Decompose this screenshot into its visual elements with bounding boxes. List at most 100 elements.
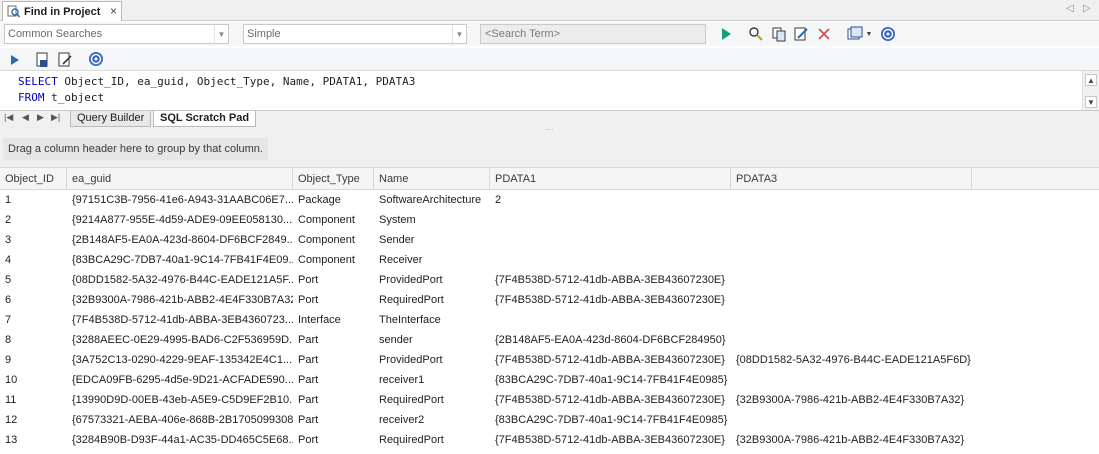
group-by-area[interactable]: Drag a column header here to group by th… [0, 132, 1099, 168]
save-document-icon [36, 52, 48, 67]
sql-text[interactable]: SELECT Object_ID, ea_guid, Object_Type, … [18, 74, 415, 106]
cell-object-id: 8 [5, 334, 12, 346]
scroll-down-icon[interactable]: ▼ [1085, 96, 1097, 108]
scroll-right-icon[interactable]: ▷ [1083, 3, 1091, 14]
edit-sql-button[interactable] [56, 51, 74, 69]
edit-document-icon [58, 52, 72, 67]
cell-object-id: 10 [5, 374, 18, 386]
search-type-combo[interactable]: Simple ▼ [243, 24, 467, 44]
table-row[interactable]: 13 {3284B90B-D93F-44a1-AC35-DD465C5E68...… [0, 430, 1099, 450]
delete-x-icon [818, 28, 830, 40]
table-row[interactable]: 9 {3A752C13-0290-4229-9EAF-135342E4C1... P… [0, 350, 1099, 370]
chevron-down-icon[interactable]: ▼ [452, 25, 466, 43]
delete-search-button[interactable] [815, 25, 833, 43]
prev-tab-icon[interactable]: ◀ [22, 112, 29, 123]
tab-find-in-project[interactable]: Find in Project × [2, 1, 122, 21]
run-sql-button[interactable] [6, 51, 24, 69]
table-row[interactable]: 3 {2B148AF5-EA0A-423d-8604-DF6BCF2849... C… [0, 230, 1099, 250]
play-icon [11, 55, 19, 65]
cell-object-id: 13 [5, 434, 18, 446]
play-icon [722, 28, 731, 40]
cell-pdata3 [731, 190, 1031, 210]
table-row[interactable]: 2 {9214A877-955E-4d59-ADE9-09EE058130... C… [0, 210, 1099, 230]
cell-object-id: 2 [5, 214, 12, 226]
search-term-input[interactable]: <Search Term> [480, 24, 706, 44]
help-icon [881, 27, 895, 41]
cell-ea-guid: {08DD1582-5A32-4976-B44C-EADE121A5F... [72, 274, 293, 286]
cell-pdata3 [731, 270, 1031, 290]
chevron-down-icon: ▼ [865, 30, 873, 38]
sql-keyword-from: FROM [18, 91, 45, 104]
find-in-project-icon [7, 5, 20, 18]
cell-name: ProvidedPort [379, 274, 443, 286]
cell-pdata3 [731, 290, 1031, 310]
cell-pdata3: {32B9300A-7986-421b-ABB2-4E4F330B7A32} [736, 394, 965, 406]
column-header-pdata1[interactable]: PDATA1 [490, 168, 731, 190]
cell-object-type: Part [298, 394, 319, 406]
chevron-down-icon[interactable]: ▼ [214, 25, 228, 43]
editor-scrollbar[interactable]: ▲ ▼ [1082, 71, 1099, 111]
cell-ea-guid: {7F4B538D-5712-41db-ABBA-3EB4360723... [72, 314, 293, 326]
table-row[interactable]: 8 {3288AEEC-0E29-4995-BAD6-C2F536959D... P… [0, 330, 1099, 350]
cell-name: sender [379, 334, 413, 346]
cell-object-type: Part [298, 334, 319, 346]
tab-sql-scratch-pad[interactable]: SQL Scratch Pad [153, 111, 257, 127]
sql-from-table: t_object [44, 91, 105, 104]
search-type-value: Simple [247, 28, 281, 40]
help-button[interactable] [879, 25, 897, 43]
cell-object-id: 11 [5, 394, 17, 406]
cell-object-id: 3 [5, 234, 12, 246]
output-options-dropdown[interactable]: ▼ [864, 25, 874, 43]
table-row[interactable]: 1 {97151C3B-7956-41e6-A943-31AABC06E7... P… [0, 190, 1099, 210]
table-row[interactable]: 12 {67573321-AEBA-406e-868B-2B1705099308}… [0, 410, 1099, 430]
search-toolbar: Common Searches ▼ Simple ▼ <Search Term>… [0, 22, 1099, 46]
cell-ea-guid: {97151C3B-7956-41e6-A943-31AABC06E7... [72, 194, 293, 206]
cell-pdata3 [731, 250, 1031, 270]
cell-object-id: 7 [5, 314, 12, 326]
sql-editor[interactable]: SELECT Object_ID, ea_guid, Object_Type, … [0, 70, 1099, 111]
save-sql-button[interactable] [34, 51, 52, 69]
cell-pdata3: {32B9300A-7986-421b-ABB2-4E4F330B7A32} [736, 434, 965, 446]
cell-pdata3 [731, 310, 1031, 330]
sql-help-button[interactable] [87, 50, 105, 68]
next-tab-icon[interactable]: ▶ [37, 112, 44, 123]
cell-name: ProvidedPort [379, 354, 443, 366]
table-row[interactable]: 10 {EDCA09FB-6295-4d5e-9D21-ACFADE590... P… [0, 370, 1099, 390]
output-options-button[interactable] [846, 25, 864, 43]
cell-object-type: Interface [298, 314, 341, 326]
table-row[interactable]: 4 {83BCA29C-7DB7-40a1-9C14-7FB41F4E09... C… [0, 250, 1099, 270]
copy-search-button[interactable] [770, 25, 788, 43]
cell-pdata1: {7F4B538D-5712-41db-ABBA-3EB43607230E} [495, 354, 725, 366]
cell-name: Receiver [379, 254, 423, 266]
table-row[interactable]: 11 {13990D9D-00EB-43eb-A5E9-C5D9EF2B10...… [0, 390, 1099, 410]
cell-object-id: 5 [5, 274, 12, 286]
help-icon [89, 52, 103, 66]
cell-pdata3: {08DD1582-5A32-4976-B44C-EADE121A5F6D} [736, 354, 971, 366]
cell-object-id: 6 [5, 294, 12, 306]
search-builder-button[interactable] [747, 25, 765, 43]
table-row[interactable]: 5 {08DD1582-5A32-4976-B44C-EADE121A5F... P… [0, 270, 1099, 290]
edit-search-button[interactable] [792, 25, 810, 43]
column-header-object-type[interactable]: Object_Type [293, 168, 374, 190]
cell-pdata1: {7F4B538D-5712-41db-ABBA-3EB43607230E} [495, 434, 725, 446]
scroll-up-icon[interactable]: ▲ [1085, 74, 1097, 86]
copy-icon [772, 27, 786, 42]
close-tab-icon[interactable]: × [110, 4, 117, 18]
table-row[interactable]: 6 {32B9300A-7986-421b-ABB2-4E4F330B7A32} P… [0, 290, 1099, 310]
last-tab-icon[interactable]: ▶| [51, 112, 60, 123]
search-combo[interactable]: Common Searches ▼ [4, 24, 229, 44]
first-tab-icon[interactable]: |◀ [4, 112, 13, 123]
table-row[interactable]: 7 {7F4B538D-5712-41db-ABBA-3EB4360723... I… [0, 310, 1099, 330]
group-by-hint: Drag a column header here to group by th… [3, 138, 268, 160]
tab-query-builder[interactable]: Query Builder [70, 111, 152, 127]
scroll-left-icon[interactable]: ◁ [1066, 3, 1074, 14]
column-header-ea-guid[interactable]: ea_guid [67, 168, 293, 190]
cell-object-type: Part [298, 374, 319, 386]
cell-pdata1: {7F4B538D-5712-41db-ABBA-3EB43607230E} [495, 294, 725, 306]
column-header-name[interactable]: Name [374, 168, 490, 190]
cell-object-type: Port [298, 274, 319, 286]
column-header-object-id[interactable]: Object_ID [0, 168, 67, 190]
cell-name: RequiredPort [379, 294, 444, 306]
column-header-pdata3[interactable]: PDATA3 [731, 168, 972, 190]
run-search-button[interactable] [717, 25, 735, 43]
